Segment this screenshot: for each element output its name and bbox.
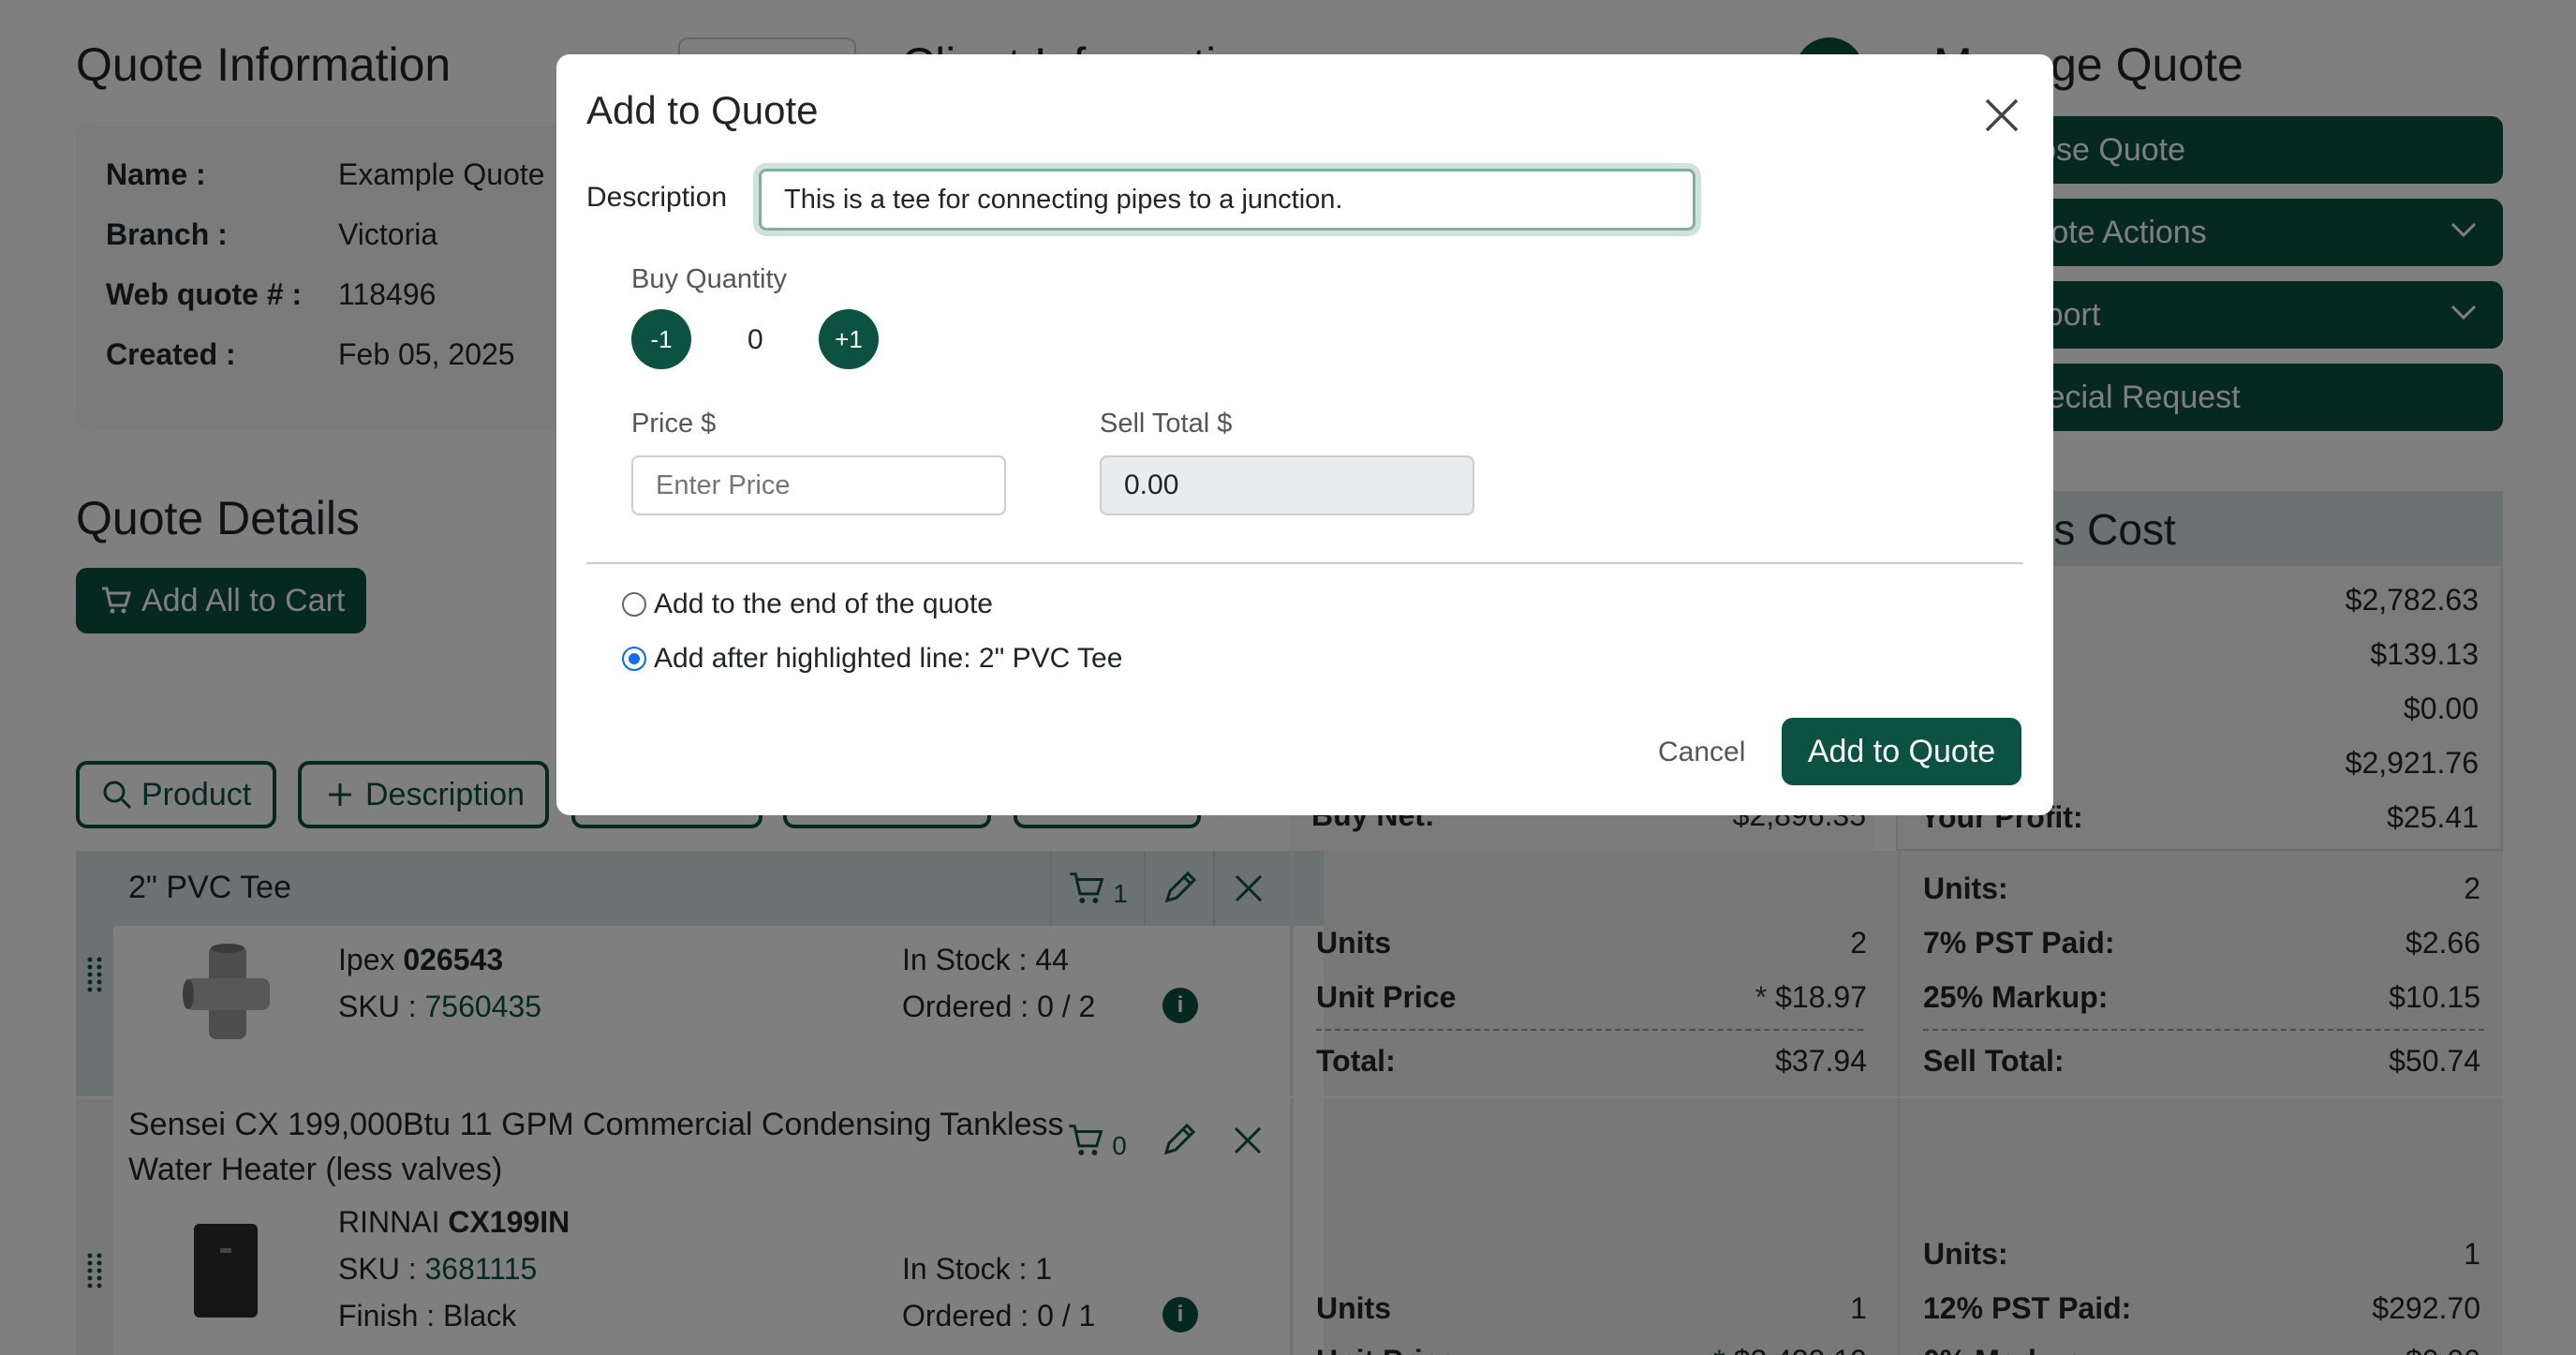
radio-after-option[interactable]: Add after highlighted line: 2" PVC Tee bbox=[622, 643, 1122, 675]
price-label: Price $ bbox=[631, 409, 717, 439]
add-to-quote-button[interactable]: Add to Quote bbox=[1782, 718, 2021, 785]
decrement-button[interactable]: -1 bbox=[631, 309, 691, 369]
add-to-quote-label: Add to Quote bbox=[1807, 733, 1996, 769]
decrement-label: -1 bbox=[650, 324, 673, 353]
cancel-button[interactable]: Cancel bbox=[1658, 737, 1745, 768]
radio-end[interactable] bbox=[622, 592, 646, 617]
add-to-quote-modal: Add to Quote Description Buy Quantity -1… bbox=[556, 54, 2053, 815]
close-icon bbox=[1985, 98, 2019, 132]
sell-total-value: 0.00 bbox=[1124, 469, 1179, 500]
description-label: Description bbox=[586, 182, 728, 213]
modal-title: Add to Quote bbox=[586, 88, 819, 132]
radio-after[interactable] bbox=[622, 647, 646, 671]
price-input[interactable] bbox=[631, 455, 1006, 515]
increment-label: +1 bbox=[835, 324, 863, 353]
radio-after-label: Add after highlighted line: 2" PVC Tee bbox=[654, 643, 1123, 674]
modal-close-button[interactable] bbox=[1975, 88, 2029, 142]
description-input[interactable] bbox=[759, 169, 1695, 231]
quantity-value: 0 bbox=[748, 324, 763, 355]
radio-end-label: Add to the end of the quote bbox=[654, 588, 993, 619]
divider bbox=[586, 562, 2023, 564]
sell-total-label: Sell Total $ bbox=[1100, 409, 1233, 439]
sell-total-field: 0.00 bbox=[1100, 455, 1474, 515]
radio-end-option[interactable]: Add to the end of the quote bbox=[622, 588, 993, 620]
increment-button[interactable]: +1 bbox=[819, 309, 879, 369]
buy-quantity-label: Buy Quantity bbox=[631, 264, 788, 294]
